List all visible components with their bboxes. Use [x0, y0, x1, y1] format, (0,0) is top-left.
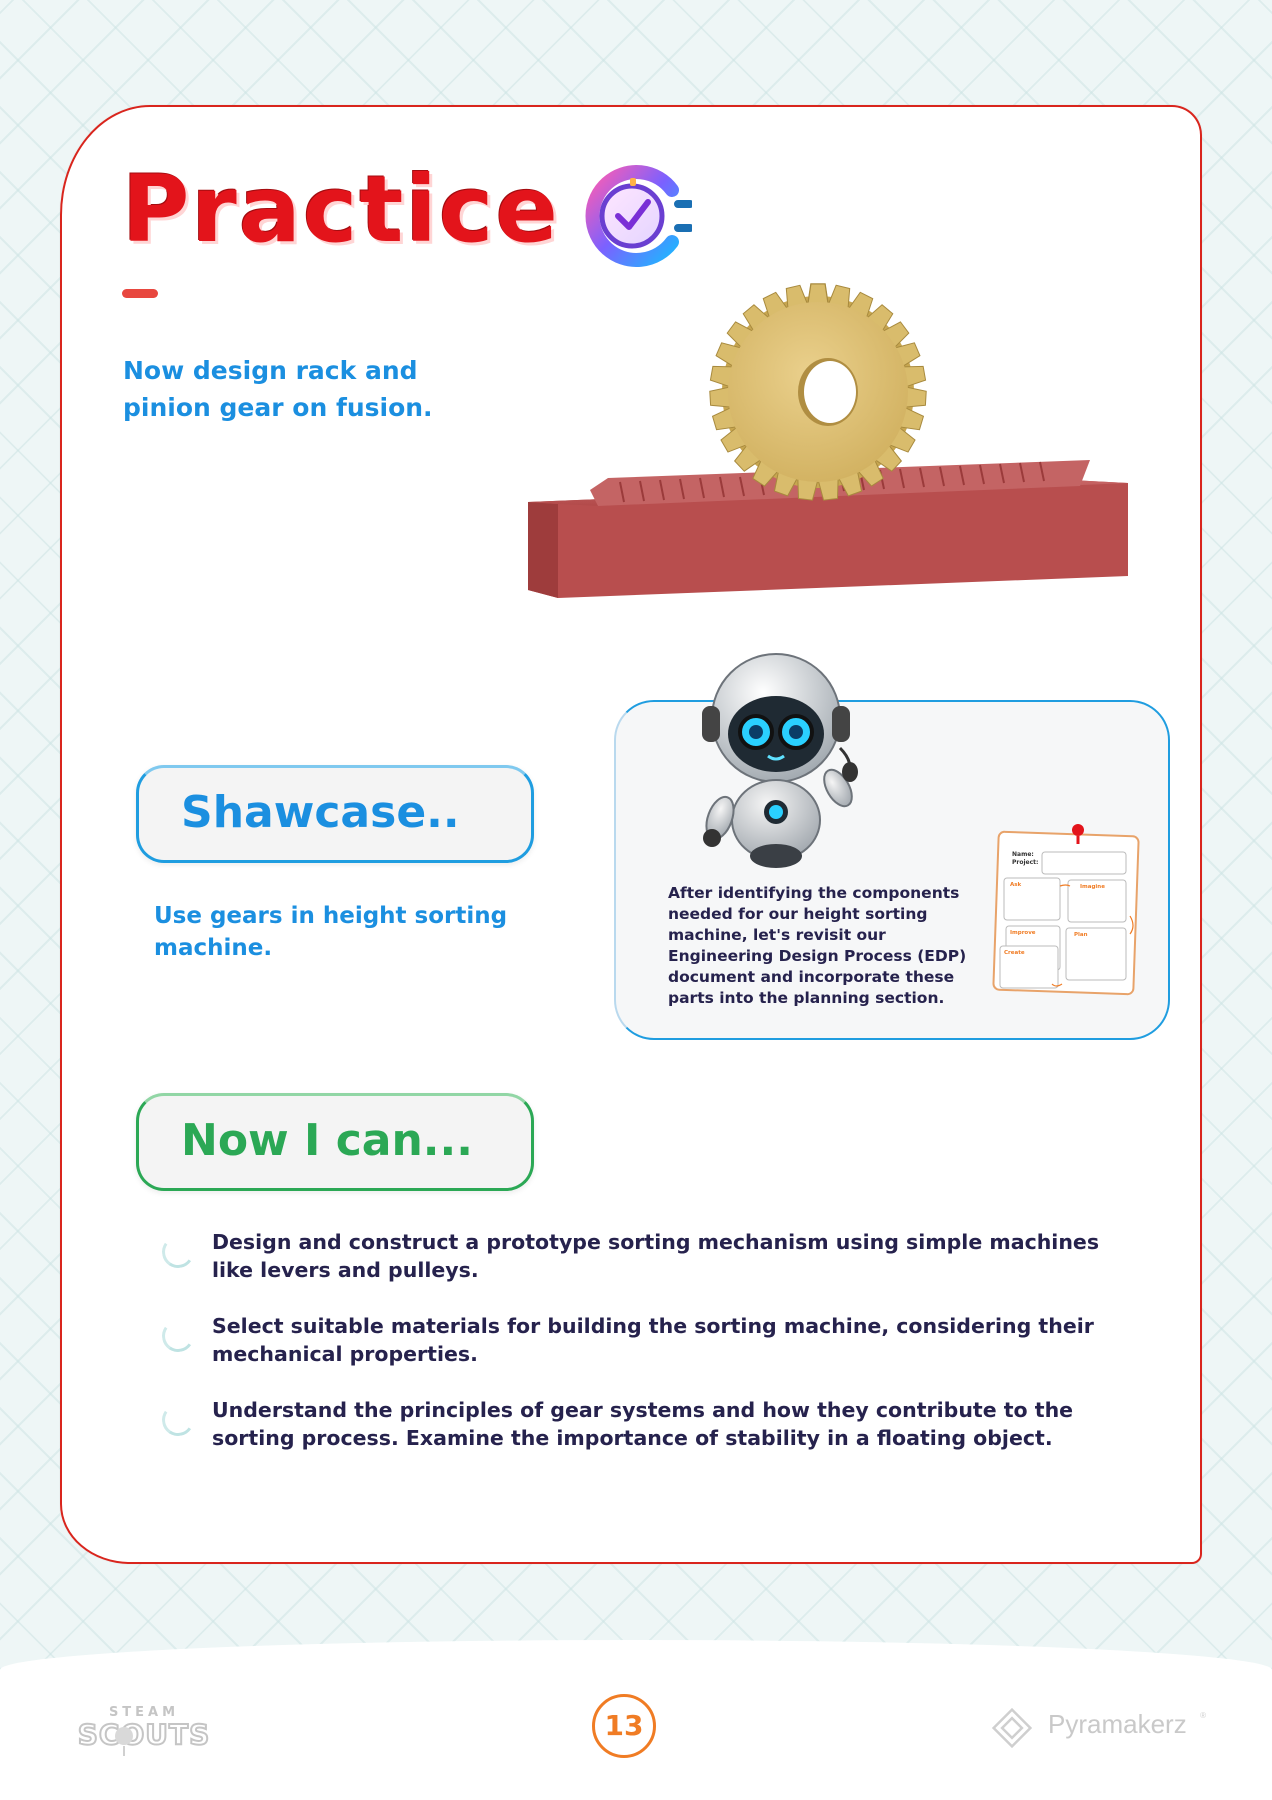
page-title: Practice — [122, 156, 560, 263]
intro-text: Now design rack and pinion gear on fusio… — [123, 356, 433, 422]
edp-ask-label: Ask — [1010, 882, 1022, 888]
steam-scouts-logo: STEAM SCOUTS — [77, 1705, 211, 1756]
steam-logo-bottom: SCOUTS — [78, 1718, 211, 1751]
outcome-text: Select suitable materials for building t… — [212, 1314, 1094, 1366]
showcase-heading-box: Shawcase.. — [136, 765, 534, 863]
page-number: 13 — [592, 1694, 656, 1758]
edp-imagine-label: Imagine — [1080, 884, 1105, 890]
now-i-can-heading-box: Now I can... — [136, 1093, 534, 1191]
outcome-item: Design and construct a prototype sorting… — [159, 1228, 1120, 1284]
brand-name: Pyramakerz — [1048, 1709, 1187, 1739]
outcome-item: Select suitable materials for building t… — [159, 1312, 1120, 1368]
circle-bullet-icon — [159, 1401, 197, 1439]
outcome-item: Understand the principles of gear system… — [159, 1396, 1120, 1452]
edp-info-text: After identifying the components needed … — [668, 884, 967, 1007]
circle-bullet-icon — [159, 1233, 197, 1271]
edp-improve-label: Improve — [1010, 930, 1036, 936]
circle-bullet-icon — [159, 1317, 197, 1355]
edp-document-image: Name: Project: Ask Imagine Improve Plan … — [992, 824, 1140, 996]
edp-name-label: Name: — [1012, 851, 1034, 858]
outcome-text: Understand the principles of gear system… — [212, 1398, 1074, 1450]
robot-mascot-image — [702, 653, 858, 868]
edp-plan-label: Plan — [1074, 932, 1088, 938]
brand-mark: ® — [1200, 1711, 1206, 1720]
rack-and-pinion-image — [528, 283, 1128, 598]
clock-check-icon — [585, 165, 692, 267]
title-underline — [122, 289, 158, 298]
showcase-heading: Shawcase.. — [181, 787, 460, 838]
outcomes-list: Design and construct a prototype sorting… — [159, 1228, 1120, 1480]
now-i-can-heading: Now I can... — [181, 1115, 473, 1166]
showcase-text: Use gears in height sorting machine. — [154, 903, 508, 961]
edp-project-label: Project: — [1012, 859, 1038, 866]
edp-create-label: Create — [1004, 950, 1025, 956]
outcome-text: Design and construct a prototype sorting… — [212, 1230, 1100, 1282]
